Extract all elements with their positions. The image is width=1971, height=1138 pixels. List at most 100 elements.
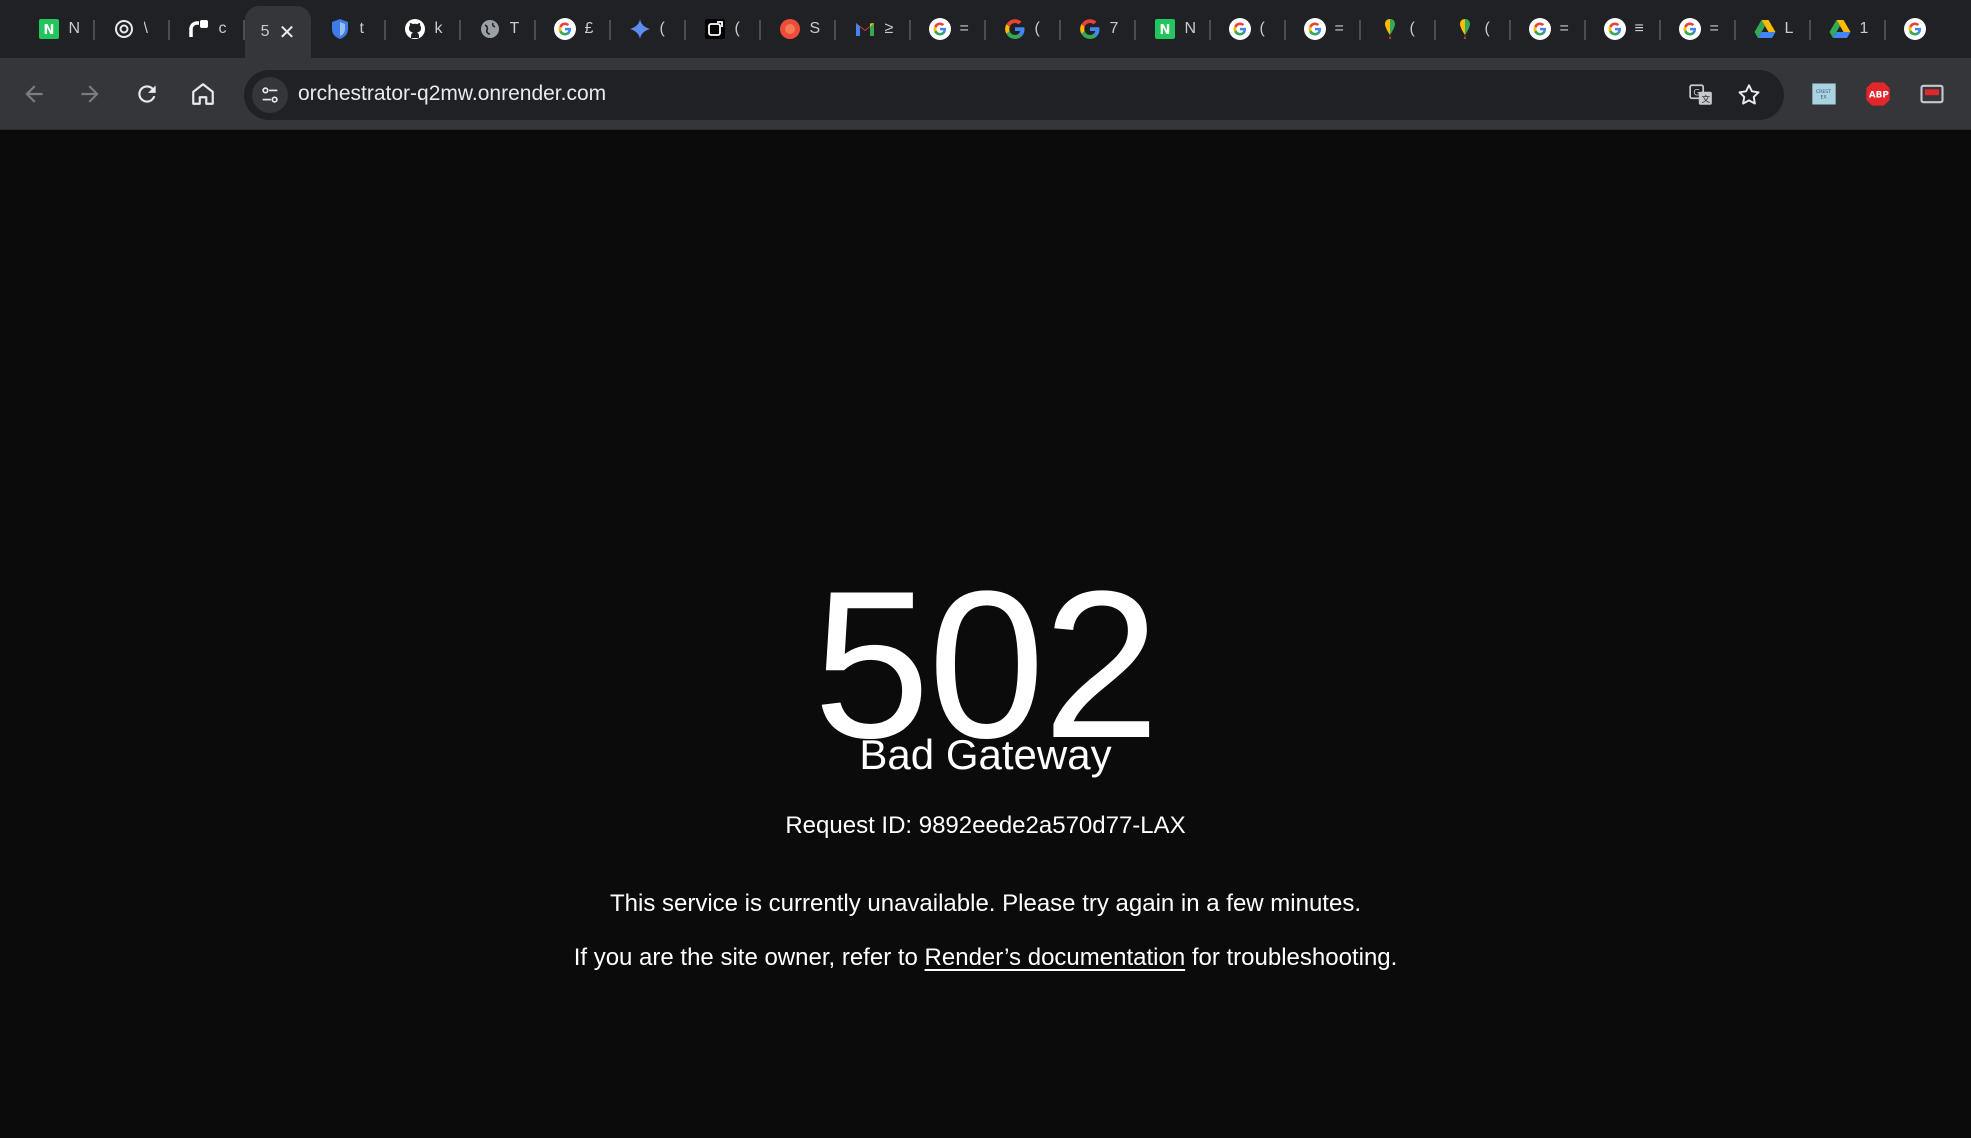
tab-title: 1 xyxy=(1859,20,1869,37)
request-id: Request ID: 9892eede2a570d77-LAX xyxy=(785,812,1186,839)
bitwarden-shield-icon xyxy=(328,17,352,41)
tab[interactable]: £ xyxy=(536,0,611,58)
tab-title: 5 xyxy=(260,23,270,40)
tab[interactable]: k xyxy=(386,0,461,58)
svg-text:CREST: CREST xyxy=(1816,89,1831,95)
gemini-sparkle-icon xyxy=(628,17,652,41)
bookmark-star-button[interactable] xyxy=(1734,80,1764,110)
tab[interactable]: t xyxy=(311,0,386,58)
tab-title: L xyxy=(1784,20,1794,37)
star-icon xyxy=(1738,84,1760,105)
gmail-icon xyxy=(853,17,877,41)
tab-active[interactable]: 5 ✕ xyxy=(245,6,311,58)
tune-icon xyxy=(262,87,278,103)
unavailable-message: This service is currently unavailable. P… xyxy=(609,890,1361,917)
google-pin-icon xyxy=(1453,17,1477,41)
google-g-icon xyxy=(1003,17,1027,41)
adblock-plus-icon: ABP xyxy=(1866,82,1890,106)
dark-reader-icon: CRESTEX xyxy=(1812,83,1836,105)
globe-icon xyxy=(478,17,502,41)
tab[interactable]: 1 xyxy=(1811,0,1886,58)
tab[interactable]: ( xyxy=(686,0,761,58)
tab[interactable]: ≥ xyxy=(836,0,911,58)
home-icon xyxy=(192,83,214,105)
home-button[interactable] xyxy=(183,74,223,114)
forward-button[interactable] xyxy=(70,74,110,114)
svg-text:ABP: ABP xyxy=(1869,91,1889,101)
tab-title: N xyxy=(1184,20,1195,37)
render-docs-link[interactable]: Render’s documentation xyxy=(925,944,1186,971)
reload-button[interactable] xyxy=(127,74,167,114)
tab[interactable]: = xyxy=(1661,0,1736,58)
reload-icon xyxy=(138,85,156,103)
tab[interactable]: = xyxy=(911,0,986,58)
url-text[interactable]: orchestrator-q2mw.onrender.com xyxy=(298,82,606,106)
tab-title: = xyxy=(1709,20,1719,37)
owner-message-suffix: for troubleshooting. xyxy=(1185,944,1398,971)
svg-text:EX: EX xyxy=(1821,95,1828,101)
google-drive-icon xyxy=(1753,17,1777,41)
browser-toolbar: orchestrator-q2mw.onrender.com G 文 CREST… xyxy=(0,58,1971,130)
tab-title: ( xyxy=(734,20,740,37)
tab[interactable]: = xyxy=(1286,0,1361,58)
tab-title: ( xyxy=(659,20,665,37)
external-square-icon xyxy=(703,17,727,41)
back-button[interactable] xyxy=(14,74,54,114)
tab[interactable]: ( xyxy=(1436,0,1511,58)
google-icon xyxy=(1678,17,1702,41)
translate-button[interactable]: G 文 xyxy=(1686,80,1716,110)
tab[interactable]: NN xyxy=(1136,0,1211,58)
tab[interactable]: ( xyxy=(986,0,1061,58)
tab[interactable]: 7 xyxy=(1061,0,1136,58)
tab[interactable]: c xyxy=(170,0,245,58)
tab[interactable]: ≡ xyxy=(1586,0,1661,58)
tab-title: 7 xyxy=(1109,20,1119,37)
tab[interactable]: ( xyxy=(1361,0,1436,58)
extension-adblock-plus[interactable]: ABP xyxy=(1862,78,1894,110)
tab-title: ( xyxy=(1484,20,1490,37)
tab-title: c xyxy=(218,20,227,37)
google-icon xyxy=(1903,17,1927,41)
address-bar[interactable]: orchestrator-q2mw.onrender.com G 文 xyxy=(244,70,1784,120)
tab[interactable]: NN xyxy=(20,0,95,58)
tab[interactable] xyxy=(1886,0,1961,58)
tab[interactable]: ( xyxy=(611,0,686,58)
tab-title: N xyxy=(68,20,79,37)
tab[interactable]: = xyxy=(1511,0,1586,58)
svg-text:N: N xyxy=(1159,23,1170,38)
notion-like-green-n-icon: N xyxy=(1153,17,1177,41)
tab[interactable]: T xyxy=(461,0,536,58)
tab-title: ( xyxy=(1259,20,1265,37)
google-drive-icon xyxy=(1828,17,1852,41)
tab-title: ( xyxy=(1034,20,1040,37)
cast-icon xyxy=(1920,84,1944,104)
tab-title: ≡ xyxy=(1634,20,1644,37)
tab-title: = xyxy=(959,20,969,37)
extension-dark-reader[interactable]: CREST EX xyxy=(1808,78,1840,110)
site-info-button[interactable] xyxy=(252,77,288,113)
google-icon xyxy=(928,17,952,41)
forward-arrow-icon xyxy=(81,85,99,103)
svg-text:N: N xyxy=(43,23,54,38)
google-icon xyxy=(553,17,577,41)
tab-title: £ xyxy=(584,20,594,37)
translate-icon: G 文 xyxy=(1689,84,1712,105)
github-icon xyxy=(403,17,427,41)
openai-icon xyxy=(112,17,136,41)
google-pin-icon xyxy=(1378,17,1402,41)
error-page: 502 Bad Gateway Request ID: 9892eede2a57… xyxy=(0,130,1971,1138)
orange-circle-icon xyxy=(778,17,802,41)
tab[interactable]: S xyxy=(761,0,836,58)
tab[interactable]: L xyxy=(1736,0,1811,58)
render-logo-icon xyxy=(187,17,211,41)
back-arrow-icon xyxy=(25,85,43,103)
status-text: Bad Gateway xyxy=(859,731,1112,778)
close-icon[interactable]: ✕ xyxy=(279,20,296,45)
tab-title: t xyxy=(359,20,364,37)
tab-title: k xyxy=(434,20,443,37)
tab[interactable]: \ xyxy=(95,0,170,58)
tab-title: S xyxy=(809,20,820,37)
tab[interactable]: ( xyxy=(1211,0,1286,58)
extension-cast[interactable] xyxy=(1916,78,1948,110)
tab-title: = xyxy=(1334,20,1344,37)
